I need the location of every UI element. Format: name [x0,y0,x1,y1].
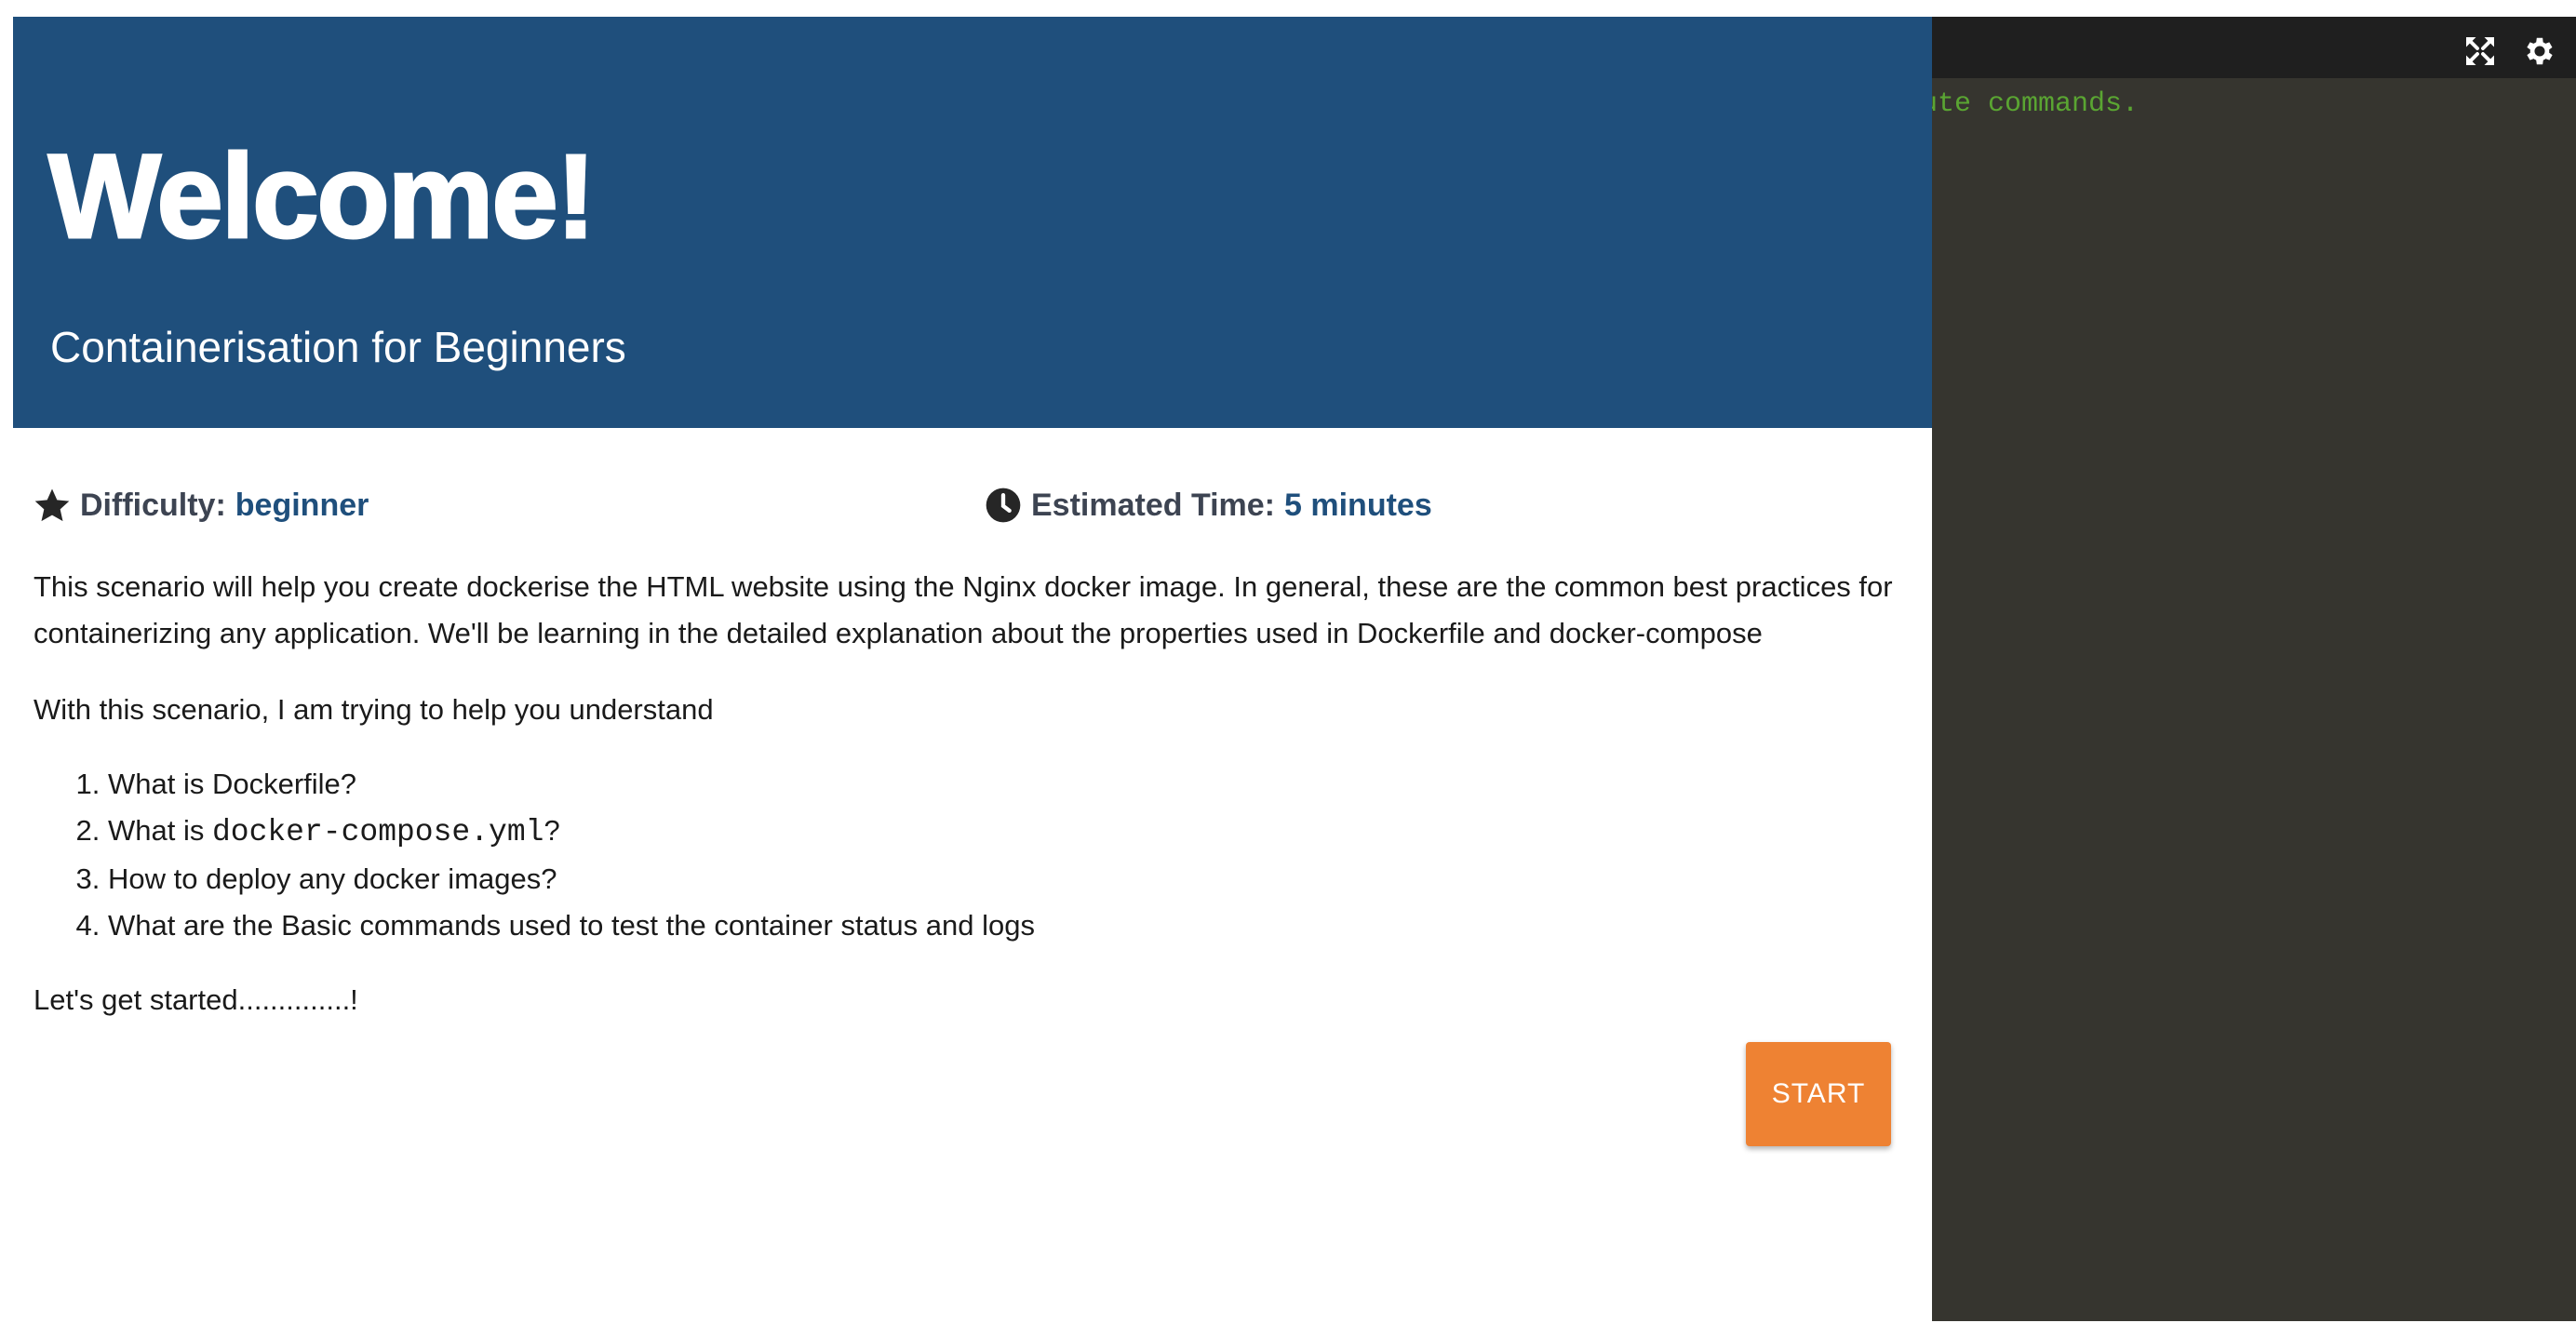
list-item: What are the Basic commands used to test… [108,902,1923,949]
hero-banner: Welcome! Containerisation for Beginners [13,17,1932,428]
steps-list: What is Dockerfile? What is docker-compo… [34,761,1923,949]
terminal-output: cute commands. [1932,88,2140,120]
difficulty-label: Difficulty: [80,487,226,523]
expand-icon[interactable] [2462,33,2498,69]
clock-icon [985,487,1022,524]
list-item-prefix: What is [108,814,212,847]
meta-row: Difficulty: beginner Estimated Time: 5 m… [34,487,1912,533]
scenario-description: This scenario will help you create docke… [34,564,1923,1023]
gear-icon[interactable] [2522,33,2557,69]
difficulty-value: beginner [235,487,369,523]
time-value: 5 minutes [1284,487,1432,523]
intro-panel: Welcome! Containerisation for Beginners … [13,17,1932,1321]
closing-paragraph: Let's get started..............! [34,983,358,1016]
start-button[interactable]: START [1746,1042,1891,1146]
terminal-toolbar [1932,17,2576,78]
page-subtitle: Containerisation for Beginners [50,323,626,371]
intro-paragraph: This scenario will help you create docke… [34,570,1893,649]
list-item: What is docker-compose.yml? [108,808,1923,856]
inline-code: docker-compose.yml [211,815,544,849]
time-info: Estimated Time: 5 minutes [985,487,1432,524]
terminal-panel[interactable]: cute commands. [1932,17,2576,1321]
list-item: How to deploy any docker images? [108,856,1923,902]
help-paragraph: With this scenario, I am trying to help … [34,693,714,726]
time-label: Estimated Time: [1031,487,1276,523]
star-icon [34,487,71,524]
app: Welcome! Containerisation for Beginners … [13,17,2576,1321]
list-item: What is Dockerfile? [108,761,1923,808]
difficulty-info: Difficulty: beginner [34,487,369,524]
list-item-suffix: ? [543,814,560,847]
page-title: Welcome! [47,130,597,263]
